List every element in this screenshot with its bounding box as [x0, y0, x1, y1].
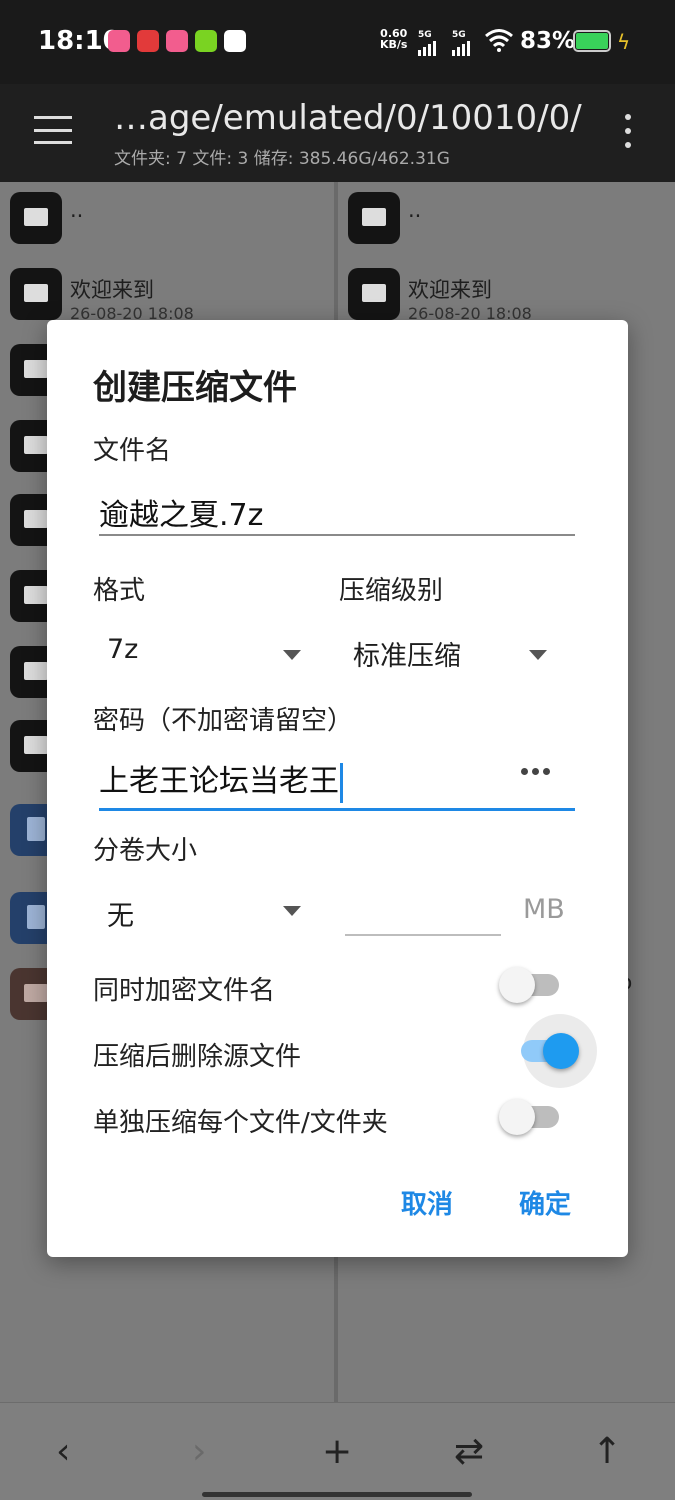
volume-size-label: 分卷大小: [93, 836, 198, 866]
battery-icon: [573, 30, 611, 52]
format-select[interactable]: 7z: [99, 624, 309, 680]
wifi-icon: [485, 29, 513, 52]
encrypt-filenames-label: 同时加密文件名: [93, 976, 276, 1006]
compression-level-value: 标准压缩: [353, 641, 461, 672]
play-store-notification-icon: [224, 30, 246, 52]
swap-panes-icon[interactable]: ⇄: [454, 1431, 484, 1472]
kook-notification-icon: [195, 30, 217, 52]
current-path[interactable]: …age/emulated/0/10010/0/: [114, 98, 582, 138]
app-toolbar: …age/emulated/0/10010/0/ 文件夹: 7 文件: 3 储存…: [0, 84, 675, 182]
chevron-down-icon: [283, 906, 301, 916]
signal-sim1-label: 5G: [418, 30, 432, 40]
chevron-down-icon: [283, 650, 301, 660]
volume-size-select[interactable]: 无: [99, 884, 309, 940]
folder-icon: [10, 192, 62, 244]
chevron-down-icon: [529, 650, 547, 660]
volume-unit: MB: [523, 894, 565, 925]
show-password-icon[interactable]: [521, 768, 550, 775]
parent-folder-icon[interactable]: ↑: [592, 1431, 622, 1472]
add-icon[interactable]: +: [322, 1431, 352, 1472]
filename-field[interactable]: 逾越之夏.7z: [99, 490, 263, 534]
password-field[interactable]: 上老王论坛当老王: [99, 756, 343, 803]
back-icon[interactable]: ‹: [56, 1431, 70, 1472]
password-label: 密码（不加密请留空）: [93, 706, 354, 736]
item-name: ..: [70, 198, 84, 222]
delete-source-label: 压缩后删除源文件: [93, 1042, 302, 1072]
bilibili-notification-icon: [166, 30, 188, 52]
bottom-nav: ‹ › + ⇄ ↑: [0, 1402, 675, 1500]
folder-icon: [348, 192, 400, 244]
volume-size-value: 无: [107, 901, 134, 932]
charging-icon: ϟ: [617, 30, 631, 54]
filename-label: 文件名: [93, 436, 172, 466]
compression-level-label: 压缩级别: [339, 576, 444, 606]
list-item[interactable]: ..: [0, 182, 334, 254]
more-options-icon[interactable]: [624, 114, 632, 148]
notification-icons: [108, 30, 246, 52]
cancel-button[interactable]: 取消: [401, 1184, 453, 1221]
forward-icon[interactable]: ›: [192, 1431, 206, 1472]
compression-level-select[interactable]: 标准压缩: [347, 624, 557, 680]
encrypt-filenames-switch[interactable]: [499, 964, 561, 1004]
compress-separately-label: 单独压缩每个文件/文件夹: [93, 1108, 388, 1138]
filename-underline: [99, 534, 575, 536]
confirm-button[interactable]: 确定: [519, 1184, 571, 1221]
item-name: 欢迎来到: [70, 278, 154, 302]
bilibili-notification-icon: [108, 30, 130, 52]
folder-icon: [10, 268, 62, 320]
status-bar: 18:10 0.60 KB/s 5G 5G 83% ϟ: [0, 0, 675, 84]
network-speed: 0.60 KB/s: [380, 28, 407, 50]
format-label: 格式: [93, 576, 146, 606]
volume-size-input[interactable]: [345, 934, 501, 936]
app-notification-icon: [137, 30, 159, 52]
delete-source-switch[interactable]: [515, 1014, 597, 1088]
list-item[interactable]: ..: [338, 182, 675, 254]
net-speed-unit: KB/s: [380, 38, 408, 51]
menu-icon[interactable]: [34, 116, 72, 144]
dialog-title: 创建压缩文件: [93, 368, 297, 408]
password-underline: [99, 808, 575, 811]
signal-sim2-icon: 5G: [452, 30, 470, 56]
password-value: 上老王论坛当老王: [99, 764, 339, 799]
battery-percent: 83%: [520, 28, 576, 54]
folder-icon: [348, 268, 400, 320]
signal-sim2-label: 5G: [452, 30, 466, 40]
item-name: 欢迎来到: [408, 278, 492, 302]
create-archive-dialog: 创建压缩文件 文件名 逾越之夏.7z 格式 压缩级别 7z 标准压缩 密码（不加…: [47, 320, 628, 1257]
home-indicator[interactable]: [202, 1492, 472, 1497]
item-name: ..: [408, 198, 422, 222]
compress-separately-switch[interactable]: [499, 1096, 561, 1136]
signal-sim1-icon: 5G: [418, 30, 436, 56]
format-value: 7z: [107, 634, 139, 665]
path-stats: 文件夹: 7 文件: 3 储存: 385.46G/462.31G: [114, 149, 450, 169]
